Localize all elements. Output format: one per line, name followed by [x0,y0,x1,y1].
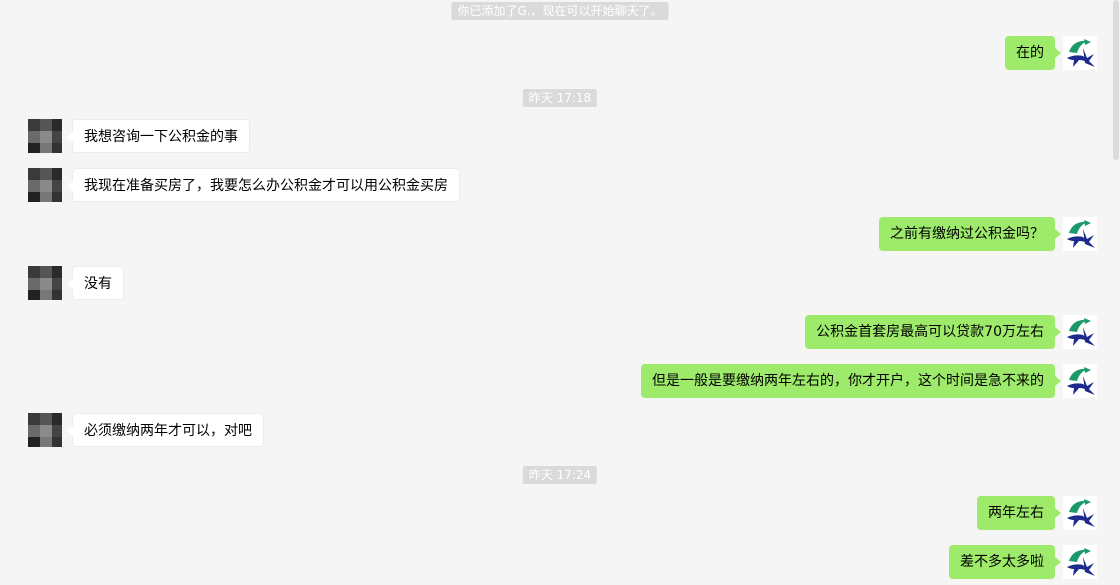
message-bubble[interactable]: 但是一般是要缴纳两年左右的，你才开户，这个时间是急不来的 [641,364,1061,398]
message-row: 公积金首套房最高可以贷款70万左右 [0,315,1120,355]
message-row: 但是一般是要缴纳两年左右的，你才开户，这个时间是急不来的 [0,364,1120,404]
pixelated-avatar-icon[interactable] [28,168,62,202]
message-row: 差不多太多啦 [0,545,1120,585]
message-bubble[interactable]: 差不多太多啦 [949,545,1061,579]
message-row: 必须缴纳两年才可以，对吧 [0,413,1120,453]
message-bubble[interactable]: 必须缴纳两年才可以，对吧 [67,413,264,447]
message-bubble[interactable]: 之前有缴纳过公积金吗？ [879,217,1061,251]
message-row: 两年左右 [0,496,1120,536]
message-row: 我现在准备买房了，我要怎么办公积金才可以用公积金买房 [0,168,1120,208]
message-row: 我想咨询一下公积金的事 [0,119,1120,159]
timestamp: 昨天 17:18 [522,89,598,107]
message-bubble[interactable]: 公积金首套房最高可以贷款70万左右 [805,315,1061,349]
message-bubble[interactable]: 没有 [67,266,124,300]
chat-window: 你已添加了G.，现在可以开始聊天了。 在的 昨天 17:18 我想咨询一下公积金… [0,0,1120,585]
message-row: 之前有缴纳过公积金吗？ [0,217,1120,257]
logo-avatar-icon[interactable] [1063,217,1097,251]
pixelated-avatar-icon[interactable] [28,266,62,300]
message-bubble[interactable]: 我想咨询一下公积金的事 [67,119,250,153]
logo-avatar-icon[interactable] [1063,364,1097,398]
logo-avatar-icon[interactable] [1063,545,1097,579]
timestamp: 昨天 17:24 [522,466,598,484]
logo-avatar-icon[interactable] [1063,496,1097,530]
logo-avatar-icon[interactable] [1063,36,1097,70]
system-notice: 你已添加了G.，现在可以开始聊天了。 [451,2,669,20]
pixelated-avatar-icon[interactable] [28,413,62,447]
message-bubble[interactable]: 我现在准备买房了，我要怎么办公积金才可以用公积金买房 [67,168,460,202]
message-bubble[interactable]: 在的 [1005,36,1061,70]
message-row: 在的 [0,36,1120,76]
logo-avatar-icon[interactable] [1063,315,1097,349]
message-bubble[interactable]: 两年左右 [977,496,1061,530]
pixelated-avatar-icon[interactable] [28,119,62,153]
message-row: 没有 [0,266,1120,306]
